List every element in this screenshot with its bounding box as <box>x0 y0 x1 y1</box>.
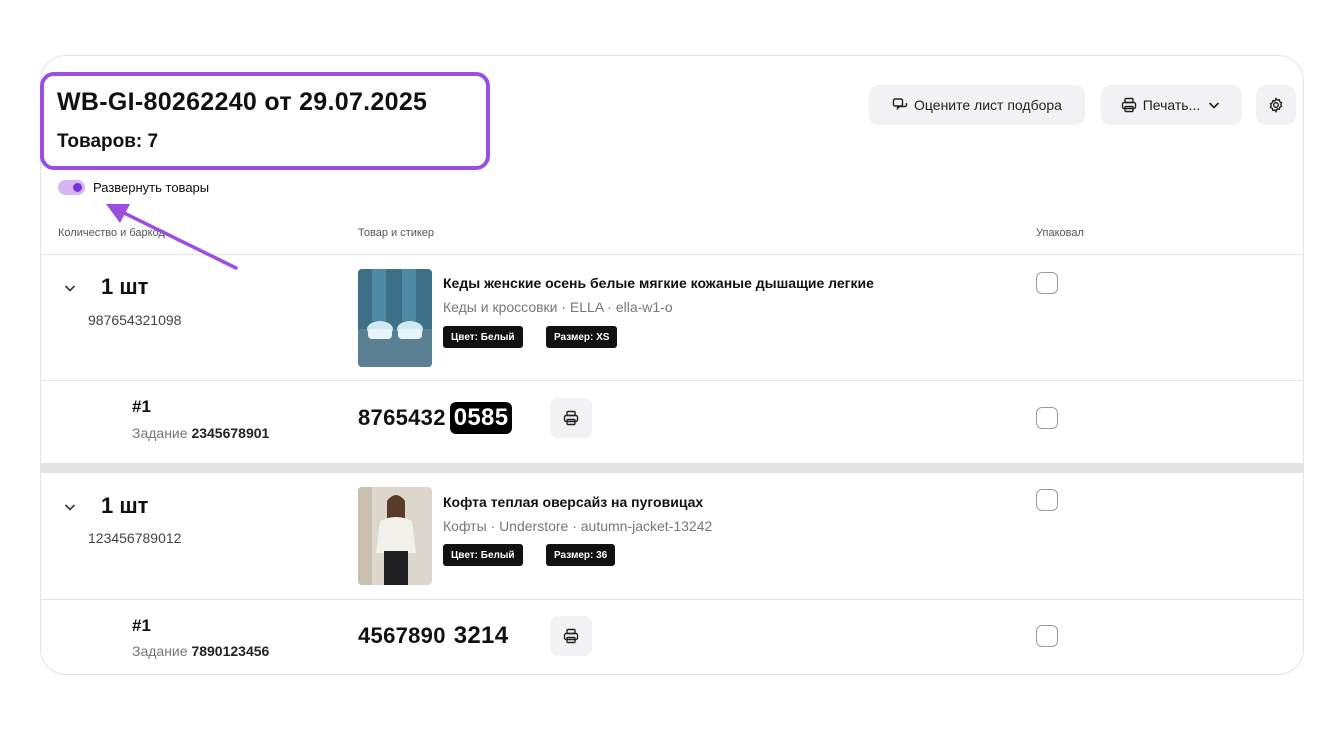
product-quantity: 1 шт <box>101 493 149 518</box>
task-index: #1 <box>132 616 151 635</box>
title-highlight-frame <box>40 72 490 170</box>
chevron-down-icon[interactable] <box>62 280 78 296</box>
product-tag-size: Размер: 36 <box>546 544 616 566</box>
print-label: Печать... <box>1142 97 1201 113</box>
product-meta: Кеды и кроссовки · ELLA · ella-w1-o <box>443 299 673 315</box>
sticker-number: 4567890 3214 <box>358 622 508 650</box>
row-divider <box>41 599 1303 600</box>
task-number: 7890123456 <box>191 643 270 659</box>
annotation-arrow-icon <box>106 204 238 270</box>
packed-checkbox[interactable] <box>1036 272 1058 294</box>
task-number: 2345678901 <box>191 425 270 441</box>
printer-icon <box>563 410 579 426</box>
row-divider <box>41 380 1303 381</box>
chevron-down-icon <box>1209 102 1220 109</box>
task-label: Задание <box>132 643 188 659</box>
print-dropdown-button[interactable]: Печать... <box>1101 85 1242 125</box>
expand-products-label: Развернуть товары <box>93 180 210 195</box>
product-name[interactable]: Кеды женские осень белые мягкие кожаные … <box>443 275 874 291</box>
expand-products-toggle-row[interactable]: Развернуть товары <box>58 180 209 195</box>
product-tag-size: Размер: XS <box>546 326 618 348</box>
column-header-product-sticker: Товар и стикер <box>358 227 435 239</box>
product-meta: Кофты · Understore · autumn-jacket-13242 <box>443 518 713 534</box>
sticker-suffix-highlight: 0585 <box>449 402 513 434</box>
chat-icon <box>892 98 908 111</box>
expand-products-toggle[interactable] <box>58 180 85 195</box>
rate-picklist-button[interactable]: Оцените лист подбора <box>869 85 1085 125</box>
product-barcode: 123456789012 <box>88 530 182 546</box>
chevron-down-icon[interactable] <box>62 499 78 515</box>
printer-icon <box>563 628 579 644</box>
task-label: Задание <box>132 425 188 441</box>
rate-picklist-label: Оцените лист подбора <box>914 97 1062 113</box>
packed-checkbox[interactable] <box>1036 625 1058 647</box>
product-tag-color: Цвет: Белый <box>443 326 523 348</box>
column-header-packed: Упаковал <box>1036 227 1084 239</box>
task-index: #1 <box>132 397 151 416</box>
settings-button[interactable] <box>1256 85 1296 125</box>
print-sticker-button[interactable] <box>550 616 592 656</box>
packed-checkbox[interactable] <box>1036 489 1058 511</box>
sticker-prefix: 8765432 <box>358 405 446 430</box>
print-sticker-button[interactable] <box>550 398 592 438</box>
task-id: Задание 2345678901 <box>132 425 269 441</box>
task-id: Задание 7890123456 <box>132 643 269 659</box>
product-tag-color: Цвет: Белый <box>443 544 523 566</box>
group-separator <box>41 463 1303 473</box>
product-barcode: 987654321098 <box>88 312 182 328</box>
product-image-sneakers[interactable] <box>358 269 432 367</box>
sticker-suffix: 3214 <box>453 622 509 649</box>
gear-icon <box>1269 97 1283 113</box>
product-image-sweater[interactable] <box>358 487 432 585</box>
sticker-prefix: 4567890 <box>358 623 446 648</box>
printer-icon <box>1121 97 1136 113</box>
packed-checkbox[interactable] <box>1036 407 1058 429</box>
product-quantity: 1 шт <box>101 274 149 299</box>
product-name[interactable]: Кофта теплая оверсайз на пуговицах <box>443 494 703 510</box>
sticker-number: 8765432 0585 <box>358 402 513 434</box>
